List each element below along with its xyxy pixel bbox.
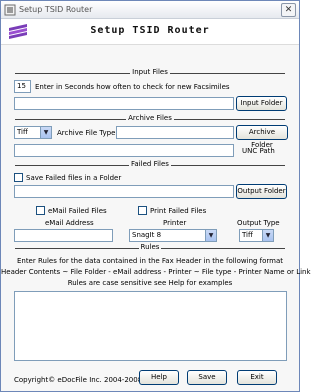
- section-failed-files: Failed Files: [15, 160, 285, 169]
- interval-label: Enter in Seconds how often to check for …: [35, 83, 230, 91]
- section-archive-files-label: Archive Files: [126, 114, 174, 122]
- section-failed-files-label: Failed Files: [129, 160, 171, 168]
- save-failed-label: Save Failed files in a Folder: [26, 174, 122, 182]
- printer-label: Printer: [163, 219, 187, 227]
- copyright-text: Copyright© eDocFile Inc. 2004-2008: [14, 376, 143, 384]
- rules-line-2: Header Contents ~ File Folder - eMail ad…: [1, 268, 311, 276]
- archive-folder-field[interactable]: [116, 126, 234, 139]
- app-icon: [4, 4, 16, 16]
- interval-input[interactable]: 15: [14, 80, 31, 93]
- output-type-select[interactable]: Tiff ▼: [239, 229, 274, 242]
- unc-path-label: UNC Path: [242, 147, 275, 155]
- archive-type-select[interactable]: Tiff ▼: [14, 126, 52, 139]
- chevron-down-icon: ▼: [262, 230, 273, 241]
- email-failed-label: eMail Failed Files: [48, 207, 107, 215]
- section-rules: Rules: [15, 243, 285, 252]
- save-failed-checkbox[interactable]: [14, 173, 23, 182]
- email-failed-checkbox[interactable]: [36, 206, 45, 215]
- banner: Setup TSID Router: [1, 19, 299, 45]
- output-folder-button[interactable]: Output Folder: [236, 184, 287, 199]
- archive-type-label: Archive File Type: [57, 129, 116, 137]
- printer-select[interactable]: SnagIt 8 ▼: [129, 229, 217, 242]
- close-icon: ✕: [284, 5, 293, 15]
- chevron-down-icon: ▼: [205, 230, 216, 241]
- rules-line-3: Rules are case sensitive see Help for ex…: [67, 279, 233, 287]
- section-input-files: Input Files: [15, 68, 285, 77]
- unc-path-field[interactable]: [14, 144, 234, 157]
- window-title: Setup TSID Router: [19, 5, 93, 14]
- exit-button[interactable]: Exit: [237, 370, 277, 385]
- save-button[interactable]: Save: [187, 370, 227, 385]
- archive-type-value: Tiff: [17, 128, 28, 136]
- close-button[interactable]: ✕: [281, 3, 296, 17]
- help-button[interactable]: Help: [139, 370, 179, 385]
- rules-line-1: Enter Rules for the data contained in th…: [16, 257, 284, 265]
- title-bar[interactable]: Setup TSID Router ✕: [1, 1, 299, 19]
- printer-value: SnagIt 8: [132, 231, 162, 239]
- section-rules-label: Rules: [138, 243, 162, 251]
- input-folder-field[interactable]: [14, 97, 234, 110]
- section-archive-files: Archive Files: [15, 114, 285, 123]
- email-address-field[interactable]: [14, 229, 113, 242]
- output-type-label: Output Type: [237, 219, 280, 227]
- section-input-files-label: Input Files: [130, 68, 170, 76]
- banner-title: Setup TSID Router: [90, 25, 210, 36]
- output-type-value: Tiff: [242, 231, 253, 239]
- email-address-label: eMail Address: [45, 219, 94, 227]
- output-folder-field[interactable]: [14, 185, 234, 198]
- print-failed-label: Print Failed Files: [150, 207, 207, 215]
- print-failed-checkbox[interactable]: [138, 206, 147, 215]
- chevron-down-icon: ▼: [40, 127, 51, 138]
- setup-tsid-router-window: Setup TSID Router ✕ Setup TSID Router In…: [0, 0, 311, 392]
- input-folder-button[interactable]: Input Folder: [236, 96, 287, 111]
- archive-folder-button[interactable]: Archive Folder: [236, 125, 288, 149]
- rules-textarea[interactable]: [14, 291, 287, 361]
